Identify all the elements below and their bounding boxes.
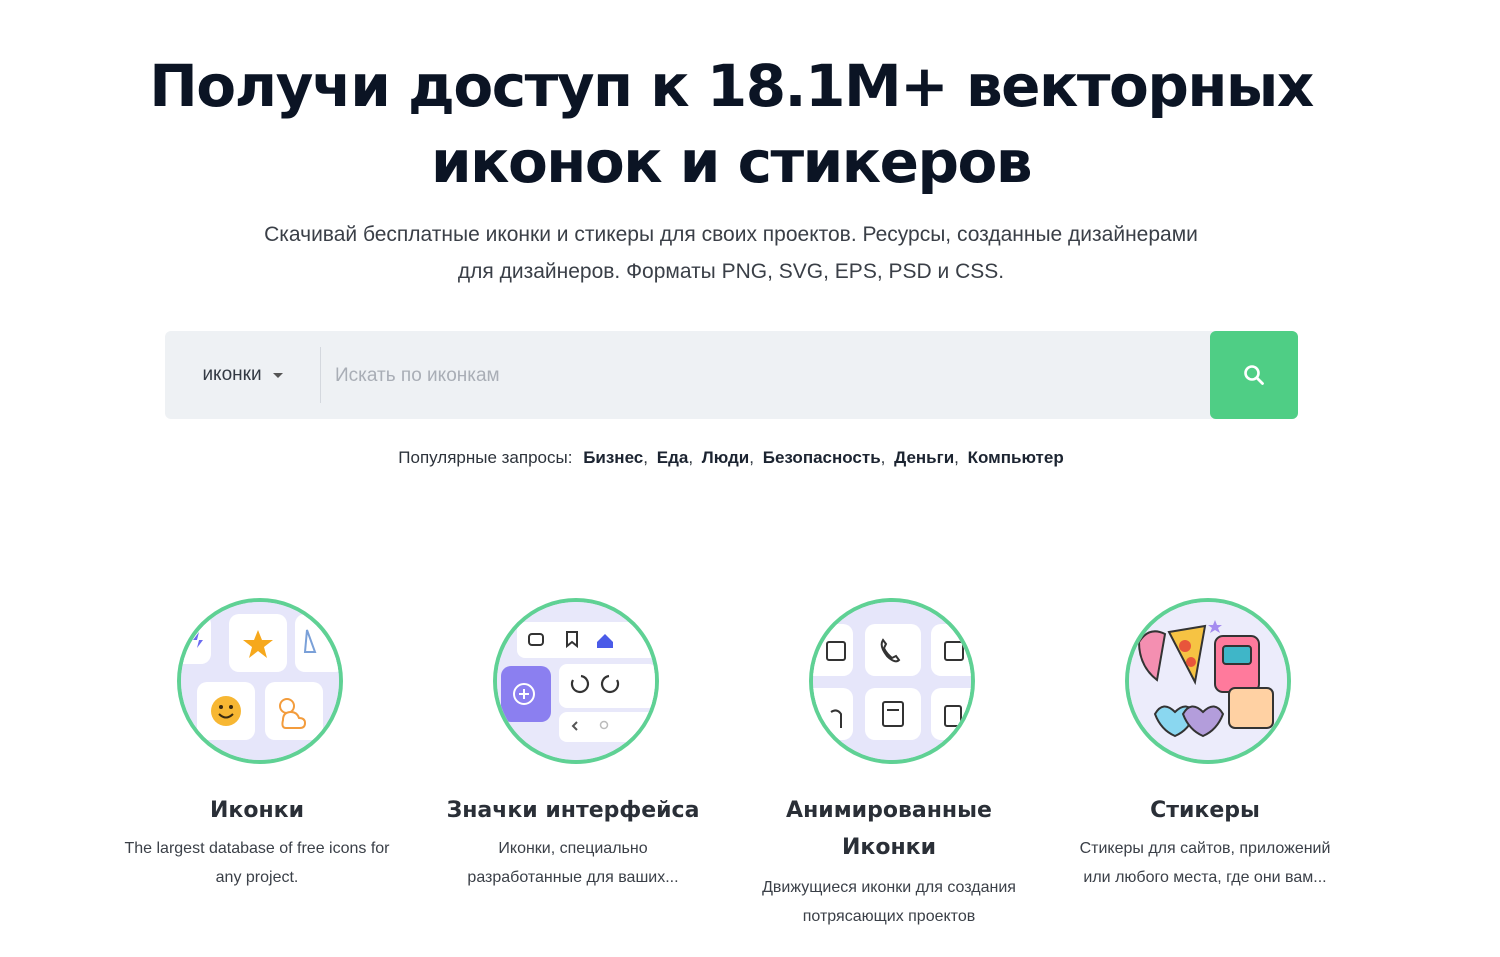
card-stickers-desc-line-2: или любого места, где они вам...	[1083, 869, 1327, 886]
card-animated-icons-title: Анимированные Иконки	[729, 792, 1049, 866]
card-icons-desc-line-1: The largest database of free icons for	[124, 840, 390, 857]
card-interface-icons-description: Иконки, специально разработанные для ваш…	[421, 834, 725, 892]
card-stickers-description: Стикеры для сайтов, приложений или любог…	[1053, 834, 1357, 892]
card-animated-desc-line-1: Движущиеся иконки для создания	[762, 879, 1016, 896]
card-animated-title-line-2: Иконки	[841, 835, 936, 860]
search-type-dropdown[interactable]: иконки	[165, 331, 320, 419]
card-stickers-title: Стикеры	[1150, 798, 1260, 823]
popular-link-business[interactable]: Бизнес	[583, 448, 643, 467]
popular-link-food[interactable]: Еда	[657, 448, 689, 467]
search-type-value: иконки	[202, 364, 262, 385]
animated-icons-category-image	[809, 598, 975, 764]
search-divider	[320, 347, 321, 403]
popular-searches: Популярные запросы: Бизнес, Еда, Люди, Б…	[398, 448, 1064, 467]
caret-down-icon	[272, 372, 283, 378]
search-input[interactable]	[333, 353, 1197, 399]
popular-link-computer[interactable]: Компьютер	[968, 448, 1064, 467]
search-bar: иконки	[165, 331, 1298, 419]
card-stickers-desc-line-1: Стикеры для сайтов, приложений	[1079, 840, 1331, 857]
card-interface-icons-desc-line-1: Иконки, специально	[498, 840, 648, 857]
card-interface-icons-desc-line-2: разработанные для ваших...	[467, 869, 679, 886]
card-animated-desc-line-2: потрясающих проектов	[802, 908, 976, 925]
popular-label: Популярные запросы:	[398, 448, 573, 467]
card-animated-title-line-1: Анимированные	[786, 798, 992, 823]
category-cards: Иконки The largest database of free icon…	[0, 598, 1500, 938]
hero-title: Получи доступ к 18.1M+ векторных иконок …	[0, 48, 1462, 200]
card-animated-icons-description: Движущиеся иконки для создания потрясающ…	[737, 873, 1041, 931]
card-interface-icons-title: Значки интерфейса	[446, 798, 700, 823]
hero-subtitle-line-1: Скачивай бесплатные иконки и стикеры для…	[264, 223, 1198, 246]
hero-subtitle: Скачивай бесплатные иконки и стикеры для…	[0, 216, 1462, 290]
card-icons-description: The largest database of free icons for a…	[105, 834, 409, 892]
interface-icons-category-image	[493, 598, 659, 764]
hero-title-line-1: Получи доступ к 18.1M+ векторных	[149, 52, 1314, 120]
hero-title-line-2: иконок и стикеров	[430, 128, 1033, 196]
popular-link-money[interactable]: Деньги	[894, 448, 954, 467]
stickers-category-image	[1125, 598, 1291, 764]
search-icon	[1244, 365, 1264, 385]
hero-subtitle-line-2: для дизайнеров. Форматы PNG, SVG, EPS, P…	[457, 260, 1005, 283]
search-button[interactable]	[1210, 331, 1298, 419]
card-icons-title: Иконки	[209, 798, 304, 823]
card-icons-desc-line-2: any project.	[215, 869, 299, 886]
icons-category-image	[177, 598, 343, 764]
popular-link-people[interactable]: Люди	[702, 448, 749, 467]
popular-link-security[interactable]: Безопасность	[763, 448, 881, 467]
